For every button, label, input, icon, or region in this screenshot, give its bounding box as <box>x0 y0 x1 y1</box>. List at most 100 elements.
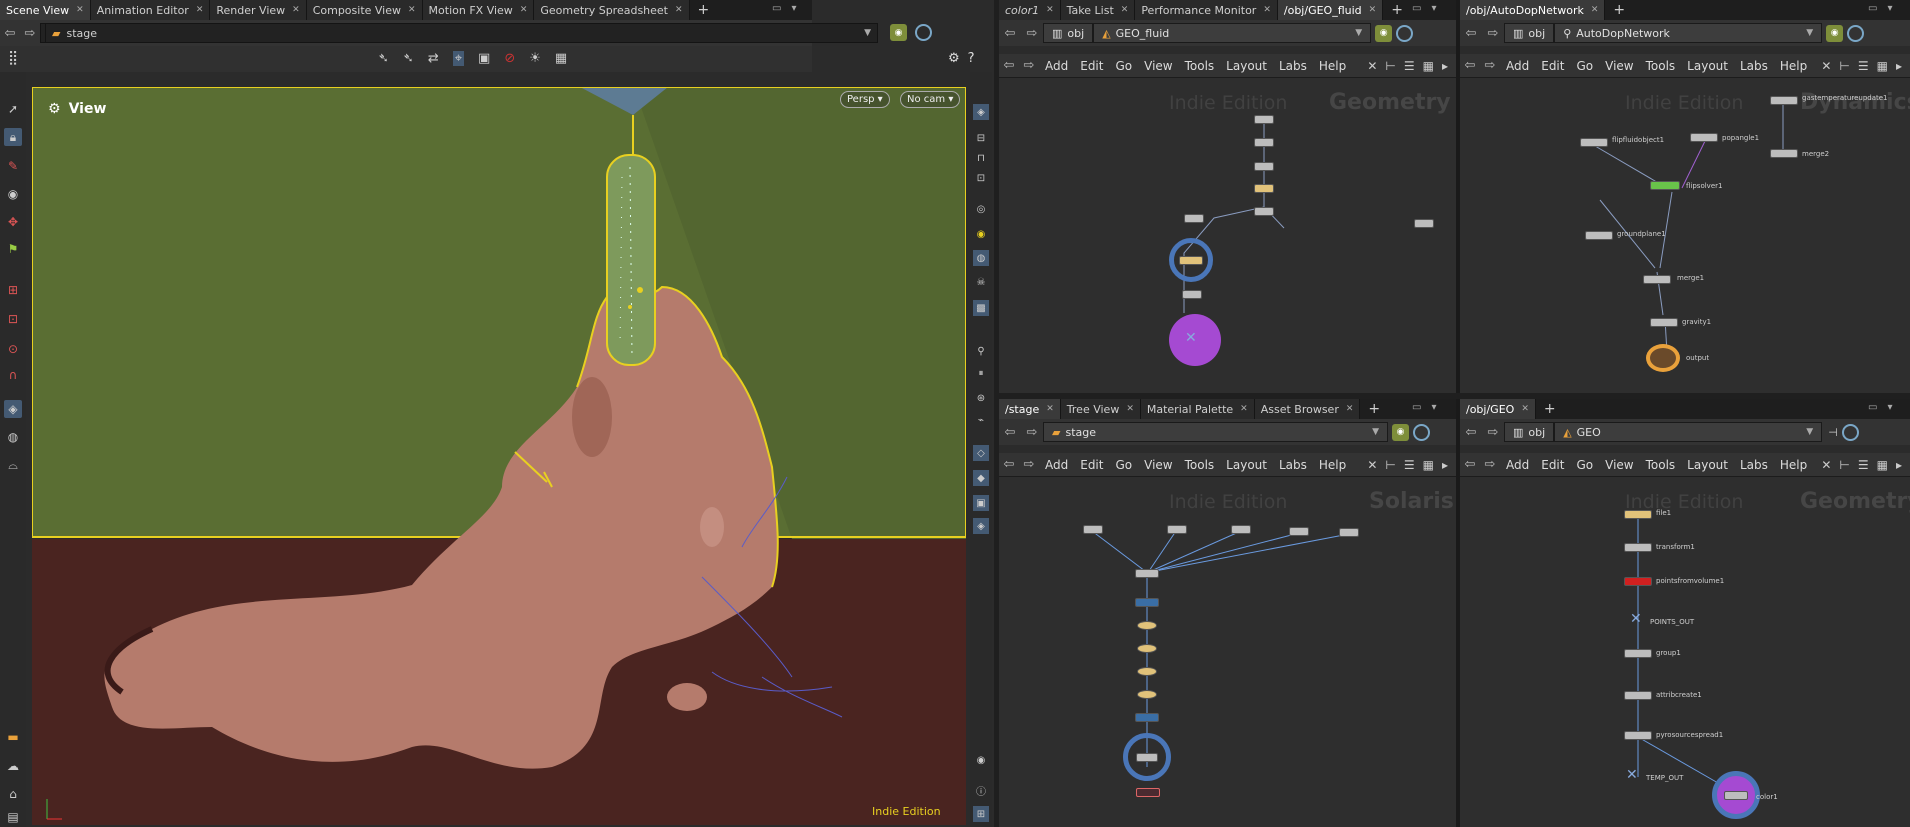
menu-go[interactable]: Go <box>1570 59 1599 73</box>
output-node[interactable] <box>1646 344 1680 372</box>
wrench-icon[interactable]: ✕ <box>1821 458 1831 472</box>
grid-icon[interactable]: ▦ <box>1423 458 1434 472</box>
graph-node[interactable] <box>1083 525 1103 534</box>
visibility-icon[interactable]: ⚲ <box>973 343 989 359</box>
graph-node[interactable] <box>1650 318 1678 327</box>
overlay-icon[interactable]: ⊡ <box>973 170 989 186</box>
menu-view[interactable]: View <box>1599 458 1639 472</box>
crumb-node[interactable]: ◭ GEO ▼ <box>1554 422 1823 442</box>
pin-icon[interactable]: ◉ <box>1375 24 1393 42</box>
snap-view-icon[interactable]: ◇ <box>973 445 989 461</box>
graph-node[interactable] <box>1650 181 1680 190</box>
wrench-icon[interactable]: ✕ <box>1367 458 1377 472</box>
graph-node[interactable] <box>1167 525 1187 534</box>
select-arrow-icon[interactable]: ➴ <box>403 51 414 66</box>
forward-arrow-icon[interactable]: ⇨ <box>1021 26 1043 41</box>
menu-labs[interactable]: Labs <box>1734 59 1774 73</box>
menu-help[interactable]: Help <box>1774 59 1813 73</box>
menu-tools[interactable]: Tools <box>1179 458 1221 472</box>
menu-add[interactable]: Add <box>1500 59 1535 73</box>
more-icon[interactable]: ▸ <box>1442 458 1448 472</box>
graph-node[interactable] <box>1184 214 1204 223</box>
close-icon[interactable]: ✕ <box>1126 404 1134 414</box>
menu-view[interactable]: View <box>1138 458 1178 472</box>
menu-view[interactable]: View <box>1138 59 1178 73</box>
tab-geo-fluid[interactable]: /obj/GEO_fluid ✕ <box>1277 0 1384 20</box>
menu-view[interactable]: View <box>1599 59 1639 73</box>
flashlight-icon[interactable]: ⌁ <box>973 412 989 428</box>
view-mode-icon[interactable]: ◈ <box>4 400 22 418</box>
close-icon[interactable]: ✕ <box>76 5 84 15</box>
menu-layout[interactable]: Layout <box>1220 458 1273 472</box>
pause-icon[interactable]: ⏸ <box>973 365 989 381</box>
render-region-icon[interactable]: ◍ <box>4 428 22 446</box>
graph-node[interactable] <box>1137 667 1157 676</box>
tab-material-palette[interactable]: Material Palette ✕ <box>1140 399 1255 419</box>
menu-labs[interactable]: Labs <box>1734 458 1774 472</box>
scene-path-input[interactable]: ▰ stage ▼ <box>45 23 878 43</box>
graph-node[interactable] <box>1624 691 1652 700</box>
close-icon[interactable]: ✕ <box>1240 404 1248 414</box>
layers-icon[interactable]: ▤ <box>4 808 22 826</box>
camera-dropdown[interactable]: No cam ▾ <box>900 91 961 108</box>
graph-node[interactable] <box>1770 96 1798 105</box>
chevron-down-icon[interactable]: ▼ <box>1806 28 1813 38</box>
network-icon[interactable]: ⊢ <box>1385 59 1395 73</box>
tab-autodop[interactable]: /obj/AutoDopNetwork ✕ <box>1460 0 1606 20</box>
network-icon[interactable]: ⊢ <box>1839 458 1849 472</box>
skull-icon[interactable]: ☠ <box>973 274 989 290</box>
geo-fluid-network[interactable]: Indie Edition Geometry ✕ <box>999 78 1456 393</box>
chevron-down-icon[interactable]: ▼ <box>1806 427 1813 437</box>
list-icon[interactable]: ☰ <box>1404 59 1415 73</box>
graph-node[interactable] <box>1137 690 1157 699</box>
guide-icon[interactable]: ◆ <box>973 470 989 486</box>
graph-node[interactable] <box>1624 649 1652 658</box>
background-icon[interactable]: ▩ <box>973 300 989 316</box>
graph-node[interactable] <box>1254 162 1274 171</box>
info-icon[interactable]: ⓘ <box>973 782 989 798</box>
menu-edit[interactable]: Edit <box>1074 458 1109 472</box>
back-arrow-icon[interactable]: ⇦ <box>999 26 1021 41</box>
close-icon[interactable]: ✕ <box>196 5 204 15</box>
layout-icon[interactable]: ⊞ <box>973 806 989 822</box>
render-icon[interactable]: ▦ <box>555 51 567 66</box>
dome-icon[interactable]: ⌓ <box>4 456 22 474</box>
tab-motion-fx-view[interactable]: Motion FX View ✕ <box>422 0 535 20</box>
close-icon[interactable]: ✕ <box>675 5 683 15</box>
close-icon[interactable]: ✕ <box>1263 5 1271 15</box>
camera-settings-icon[interactable]: ⊛ <box>973 390 989 406</box>
close-icon[interactable]: ✕ <box>1046 404 1054 414</box>
graph-node[interactable] <box>1137 621 1157 630</box>
tab-tree-view[interactable]: Tree View ✕ <box>1060 399 1141 419</box>
bucket-icon[interactable]: ⌂ <box>4 785 22 803</box>
menu-edit[interactable]: Edit <box>1535 59 1570 73</box>
snap-point-icon[interactable]: ⊙ <box>4 340 22 358</box>
swap-icon[interactable]: ⇄ <box>428 51 439 66</box>
pose-tool-icon[interactable]: ⚑ <box>4 240 22 258</box>
network-icon[interactable]: ⊢ <box>1839 59 1849 73</box>
back-arrow-icon[interactable]: ⇦ <box>999 457 1019 472</box>
back-arrow-icon[interactable]: ⇦ <box>0 26 20 41</box>
chevron-down-icon[interactable]: ▼ <box>864 28 871 38</box>
eye-icon[interactable]: ◉ <box>973 752 989 768</box>
snap-curve-icon[interactable]: ⊡ <box>4 310 22 328</box>
null-icon[interactable]: ✕ <box>1630 611 1642 627</box>
help-icon[interactable]: ? <box>968 51 975 66</box>
close-icon[interactable]: ✕ <box>292 5 300 15</box>
graph-node[interactable] <box>1231 525 1251 534</box>
add-tab-button[interactable]: + <box>1605 0 1633 20</box>
graph-node[interactable] <box>1289 527 1309 536</box>
pane-menu-icon[interactable]: ▾ <box>1887 3 1892 14</box>
view-tool-icon[interactable]: ◉ <box>4 185 22 203</box>
snap-grid-icon[interactable]: ⊞ <box>4 281 22 299</box>
graph-node[interactable] <box>1770 149 1798 158</box>
tab-performance-monitor[interactable]: Performance Monitor ✕ <box>1135 0 1278 20</box>
shading-icon[interactable]: ◎ <box>973 201 989 217</box>
chevron-down-icon[interactable]: ▼ <box>1372 427 1379 437</box>
graph-node[interactable] <box>1339 528 1359 537</box>
add-tab-button[interactable]: + <box>1383 0 1411 20</box>
crumb-obj[interactable]: ▥ obj <box>1504 422 1555 442</box>
autodop-network[interactable]: Indie Edition Dynamics flipfluidobject1 … <box>1460 78 1910 393</box>
graph-node[interactable] <box>1254 115 1274 124</box>
menu-add[interactable]: Add <box>1039 59 1074 73</box>
